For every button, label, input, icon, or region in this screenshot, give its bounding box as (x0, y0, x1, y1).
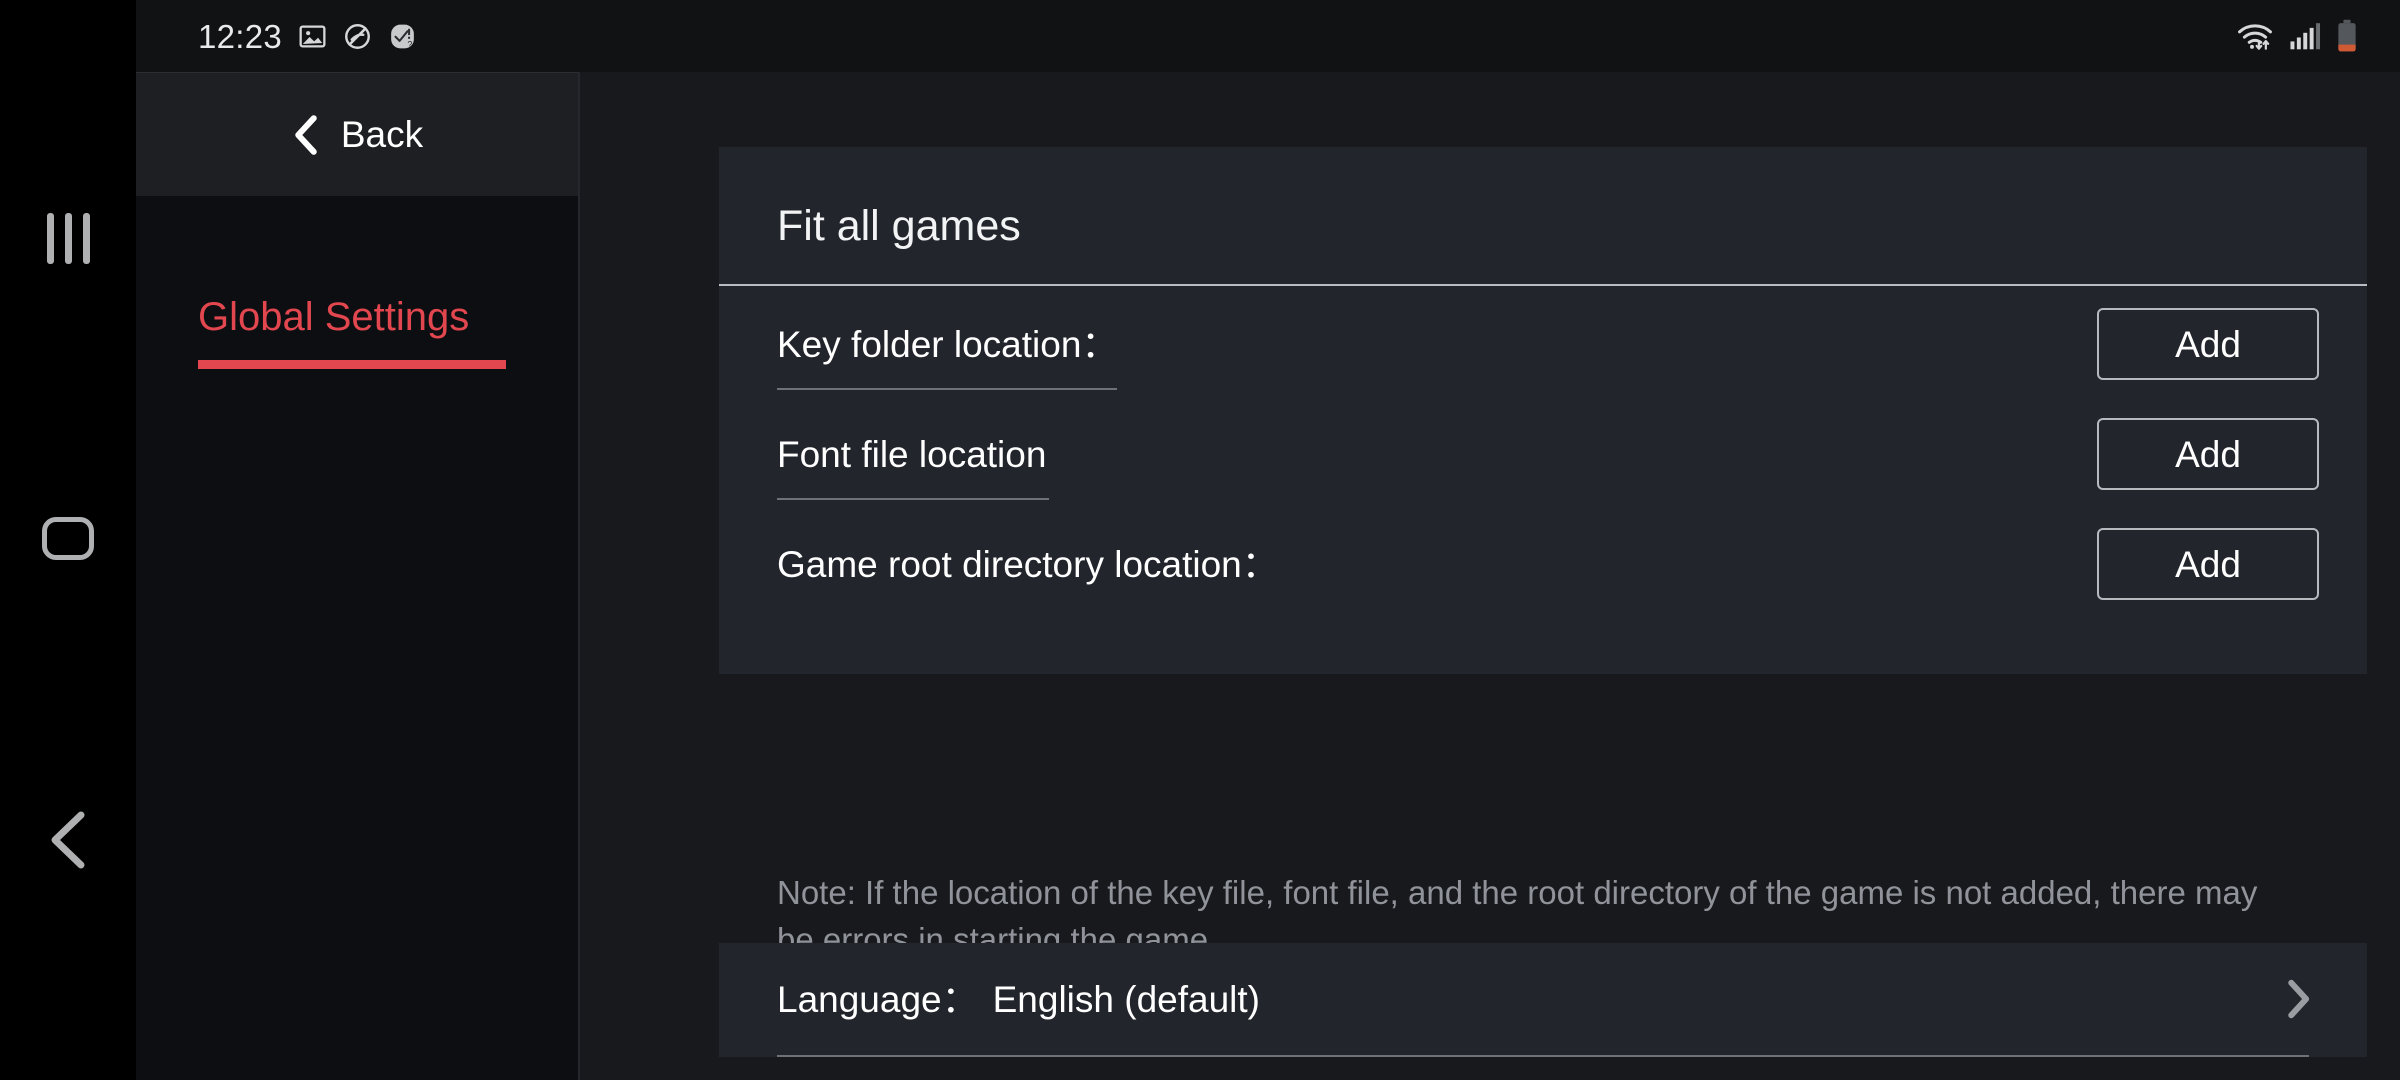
cellular-signal-icon (2289, 21, 2321, 51)
add-game-root-button[interactable]: Add (2097, 528, 2319, 600)
app-sidebar: Back Global Settings (136, 72, 580, 1080)
recents-icon (46, 212, 90, 264)
setting-label: Game root directory location： (777, 544, 1279, 585)
home-icon (42, 516, 94, 560)
language-card: Language： English (default) (719, 943, 2367, 1057)
chevron-left-icon (291, 113, 321, 157)
image-icon (298, 22, 327, 51)
setting-label: Font file location (777, 434, 1047, 475)
main-content: Fit all games Key folder location： Add F… (580, 72, 2400, 1080)
setting-row-key-folder: Key folder location： Add (719, 300, 2367, 410)
add-font-file-button[interactable]: Add (2097, 418, 2319, 490)
setting-row-font-file: Font file location Add (719, 410, 2367, 520)
language-row[interactable]: Language： English (default) (719, 943, 2367, 1055)
fit-all-games-card: Fit all games Key folder location： Add F… (719, 147, 2367, 674)
screen-root: 12:23 ? Back Global Settings Fit all gam… (0, 0, 2400, 1080)
language-text: Language： English (default) (777, 981, 2281, 1018)
battery-low-icon (2336, 19, 2358, 53)
setting-row-left: Key folder location： (777, 300, 2097, 390)
sidebar-menu: Global Settings (136, 196, 578, 369)
sidebar-item-global-settings[interactable]: Global Settings (136, 294, 578, 369)
home-button[interactable] (0, 498, 136, 578)
svg-text:?: ? (407, 39, 412, 49)
language-label: Language： (777, 978, 979, 1020)
sidebar-item-label: Global Settings (198, 295, 470, 339)
system-navigation-bar (0, 0, 136, 1080)
back-button[interactable]: Back (136, 72, 578, 196)
status-bar-clock: 12:23 (198, 17, 283, 55)
no-entry-icon (343, 22, 372, 51)
status-bar-right (2236, 19, 2358, 53)
fit-all-games-title: Fit all games (777, 202, 1021, 250)
back-button-label: Back (340, 114, 424, 155)
key-folder-input-underline[interactable] (777, 387, 1117, 390)
add-key-folder-button[interactable]: Add (2097, 308, 2319, 380)
setting-label: Key folder location： (777, 324, 1119, 365)
setting-row-left: Game root directory location： (777, 520, 2097, 587)
app-area: 12:23 ? Back Global Settings Fit all gam… (136, 0, 2400, 1080)
language-value: English (default) (992, 978, 1260, 1020)
setting-row-left: Font file location (777, 410, 2097, 500)
system-back-button[interactable] (0, 800, 136, 880)
recents-button[interactable] (0, 198, 136, 278)
settings-rows: Key folder location： Add Font file locat… (719, 286, 2367, 674)
status-bar-left: 12:23 ? (198, 20, 417, 53)
back-icon (45, 809, 91, 871)
status-bar: 12:23 ? (136, 0, 2400, 72)
sidebar-item-active-indicator (198, 360, 506, 369)
setting-row-game-root: Game root directory location： Add (719, 520, 2367, 630)
language-row-divider (777, 1055, 2309, 1057)
task-check-icon: ? (388, 22, 417, 51)
font-file-input-underline[interactable] (777, 497, 1049, 500)
app-body: Back Global Settings Fit all games Key f… (136, 72, 2400, 1080)
wifi-icon (2236, 21, 2274, 51)
chevron-right-icon[interactable] (2281, 976, 2315, 1022)
